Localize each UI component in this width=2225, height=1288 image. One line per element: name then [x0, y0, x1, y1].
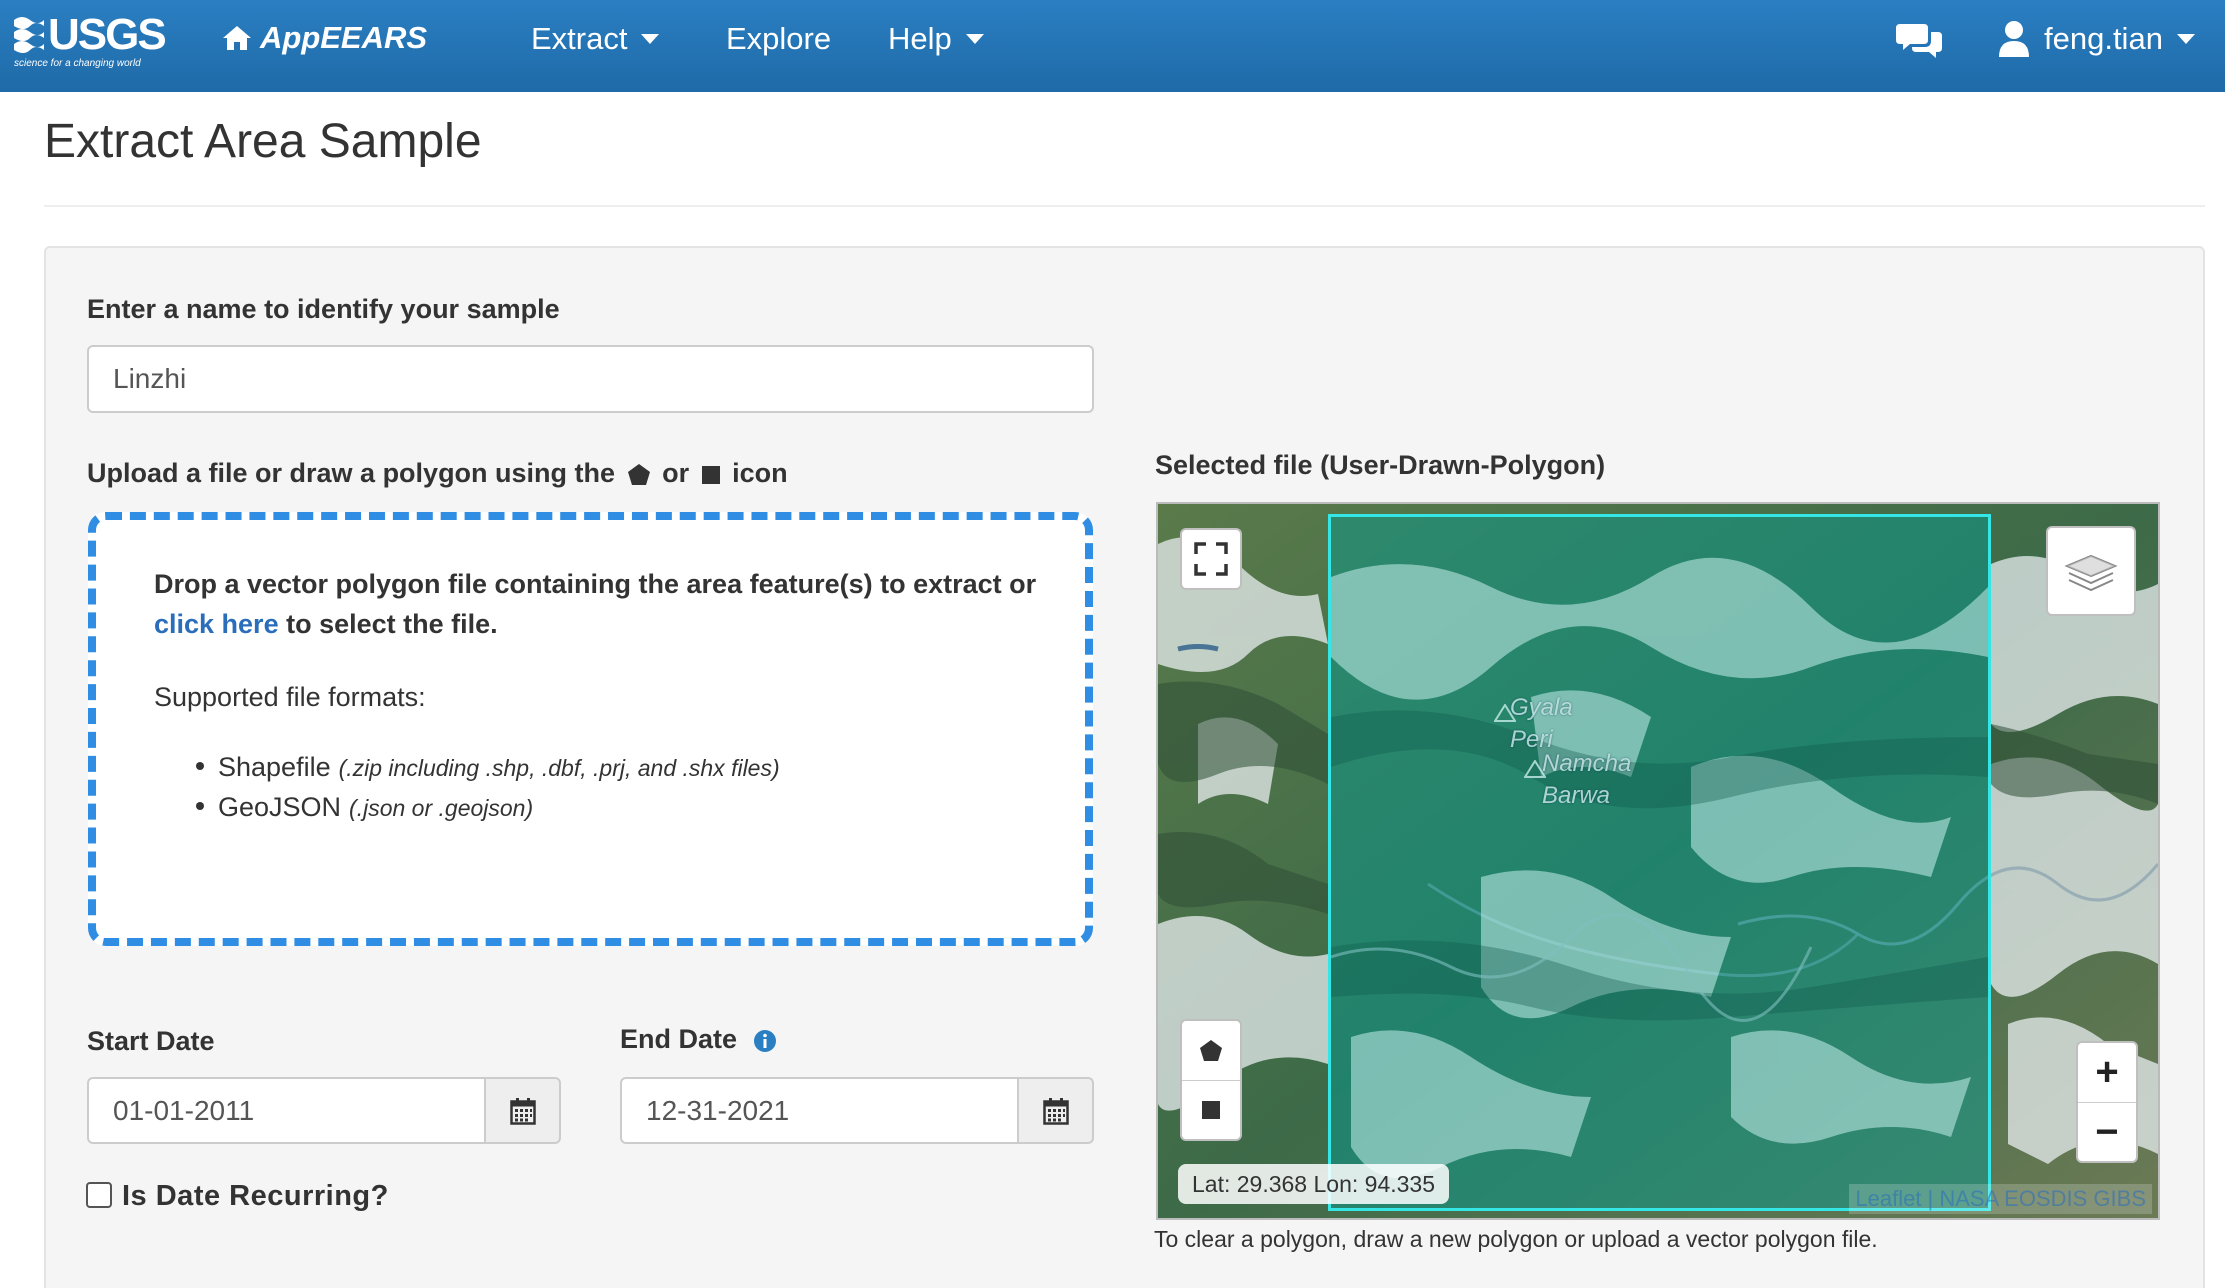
- date-recurring-label[interactable]: Is Date Recurring?: [122, 1180, 389, 1213]
- upload-label: Upload a file or draw a polygon using th…: [87, 458, 788, 489]
- map-attribution[interactable]: Leaflet | NASA EOSDIS GIBS: [1849, 1184, 2152, 1214]
- draw-polygon-button[interactable]: [1182, 1021, 1240, 1080]
- calendar-icon: [1042, 1097, 1069, 1125]
- drawn-polygon[interactable]: [1328, 514, 1991, 1211]
- page-title: Extract Area Sample: [44, 115, 482, 168]
- end-date-value: 12-31-2021: [646, 1094, 790, 1126]
- nav-explore-label: Explore: [726, 21, 832, 56]
- polygon-terrain: [1330, 557, 1988, 1179]
- sample-name-label: Enter a name to identify your sample: [87, 294, 560, 324]
- click-here-link[interactable]: click here: [154, 609, 279, 639]
- user-icon: [1999, 21, 2029, 57]
- supported-formats-label: Supported file formats:: [154, 682, 426, 712]
- nav-help-label: Help: [888, 21, 952, 56]
- formats-list: Shapefile (.zip including .shp, .dbf, .p…: [196, 752, 780, 832]
- list-item: Shapefile (.zip including .shp, .dbf, .p…: [196, 752, 780, 792]
- peak-marker-icon: [1494, 704, 1516, 722]
- username: feng.tian: [2044, 21, 2163, 56]
- map-place-label: Gyala Peri: [1510, 692, 1573, 756]
- chevron-down-icon: [965, 34, 984, 44]
- zoom-out-button[interactable]: −: [2078, 1102, 2136, 1161]
- usgs-wave-icon: [14, 17, 44, 53]
- nav-explore[interactable]: Explore: [726, 18, 831, 60]
- fullscreen-button[interactable]: [1180, 528, 1242, 590]
- draw-toolbar: [1180, 1019, 1242, 1141]
- sample-name-input[interactable]: Linzhi: [87, 345, 1094, 413]
- start-date-value: 01-01-2011: [113, 1094, 255, 1126]
- selected-file-label: Selected file (User-Drawn-Polygon): [1155, 450, 1606, 480]
- list-item: GeoJSON (.json or .geojson): [196, 792, 780, 832]
- appeears-brand[interactable]: AppEEARS: [222, 18, 427, 58]
- brand-name: AppEEARS: [260, 20, 428, 55]
- top-navbar: USGS science for a changing world AppEEA…: [0, 0, 2225, 92]
- file-dropzone[interactable]: Drop a vector polygon file containing th…: [88, 512, 1093, 946]
- nav-extract[interactable]: Extract: [531, 18, 660, 60]
- end-date-input[interactable]: 12-31-2021: [620, 1077, 1017, 1144]
- rectangle-icon: [1202, 1101, 1220, 1119]
- polygon-icon: [1200, 1039, 1222, 1061]
- nav-extract-label: Extract: [531, 21, 628, 56]
- chevron-down-icon: [641, 34, 660, 44]
- end-date-group: 12-31-2021: [620, 1077, 1094, 1144]
- fullscreen-icon: [1194, 542, 1228, 576]
- calendar-icon: [509, 1097, 536, 1125]
- chevron-down-icon: [2176, 34, 2195, 44]
- zoom-control: + −: [2076, 1041, 2138, 1163]
- end-date-label: End Date: [620, 1024, 777, 1055]
- bullet: [196, 802, 204, 810]
- polygon-icon: [627, 463, 650, 485]
- start-date-input[interactable]: 01-01-2011: [87, 1077, 484, 1144]
- usgs-tagline: science for a changing world: [14, 58, 141, 69]
- sample-name-value: Linzhi: [113, 363, 187, 394]
- place-gyala: Gyala Peri: [1510, 692, 1573, 756]
- format-note: (.zip including .shp, .dbf, .prj, and .s…: [338, 755, 780, 781]
- date-recurring-checkbox[interactable]: [86, 1182, 112, 1208]
- usgs-logo[interactable]: USGS science for a changing world: [12, 10, 167, 70]
- format-name: Shapefile: [218, 752, 331, 782]
- nav-help[interactable]: Help: [888, 18, 984, 60]
- usgs-wordmark: USGS: [48, 10, 167, 59]
- cursor-coordinates: Lat: 29.368 Lon: 94.335: [1178, 1164, 1449, 1204]
- peak-marker-icon: [1524, 760, 1546, 778]
- dropzone-text-before: Drop a vector polygon file containing th…: [154, 569, 1037, 599]
- place-namcha-line1: Namcha: [1542, 750, 1632, 777]
- end-date-calendar-button[interactable]: [1017, 1077, 1094, 1144]
- start-date-label: Start Date: [87, 1026, 215, 1056]
- info-icon[interactable]: [753, 1029, 777, 1053]
- map-view[interactable]: Gyala Peri Namcha Barwa + − Lat: 29.368 Lo…: [1156, 502, 2160, 1220]
- map-caption: To clear a polygon, draw a new polygon o…: [1154, 1226, 1878, 1252]
- start-date-group: 01-01-2011: [87, 1077, 561, 1144]
- format-note: (.json or .geojson): [349, 795, 534, 821]
- title-divider: [44, 205, 2205, 207]
- place-namcha: Namcha Barwa: [1542, 748, 1631, 812]
- map-place-label: Namcha Barwa: [1542, 748, 1631, 812]
- dropzone-instructions: Drop a vector polygon file containing th…: [154, 564, 1054, 644]
- layers-icon: [2064, 554, 2118, 592]
- upload-label-or: or: [662, 458, 690, 488]
- chat-icon[interactable]: [1896, 20, 1942, 60]
- user-menu[interactable]: feng.tian: [1998, 18, 2195, 60]
- end-date-label-text: End Date: [620, 1024, 738, 1054]
- dropzone-text-after: to select the file.: [286, 609, 498, 639]
- draw-rectangle-button[interactable]: [1182, 1080, 1240, 1139]
- upload-label-suffix: icon: [732, 458, 788, 488]
- format-name: GeoJSON: [218, 792, 342, 822]
- bullet: [196, 762, 204, 770]
- place-namcha-line2: Barwa: [1542, 782, 1611, 809]
- zoom-in-button[interactable]: +: [2078, 1043, 2136, 1102]
- layers-button[interactable]: [2046, 526, 2136, 616]
- upload-label-prefix: Upload a file or draw a polygon using th…: [87, 458, 616, 488]
- home-icon: [223, 26, 251, 50]
- place-gyala-line1: Gyala: [1510, 694, 1573, 721]
- start-date-calendar-button[interactable]: [484, 1077, 561, 1144]
- rectangle-icon: [701, 465, 720, 484]
